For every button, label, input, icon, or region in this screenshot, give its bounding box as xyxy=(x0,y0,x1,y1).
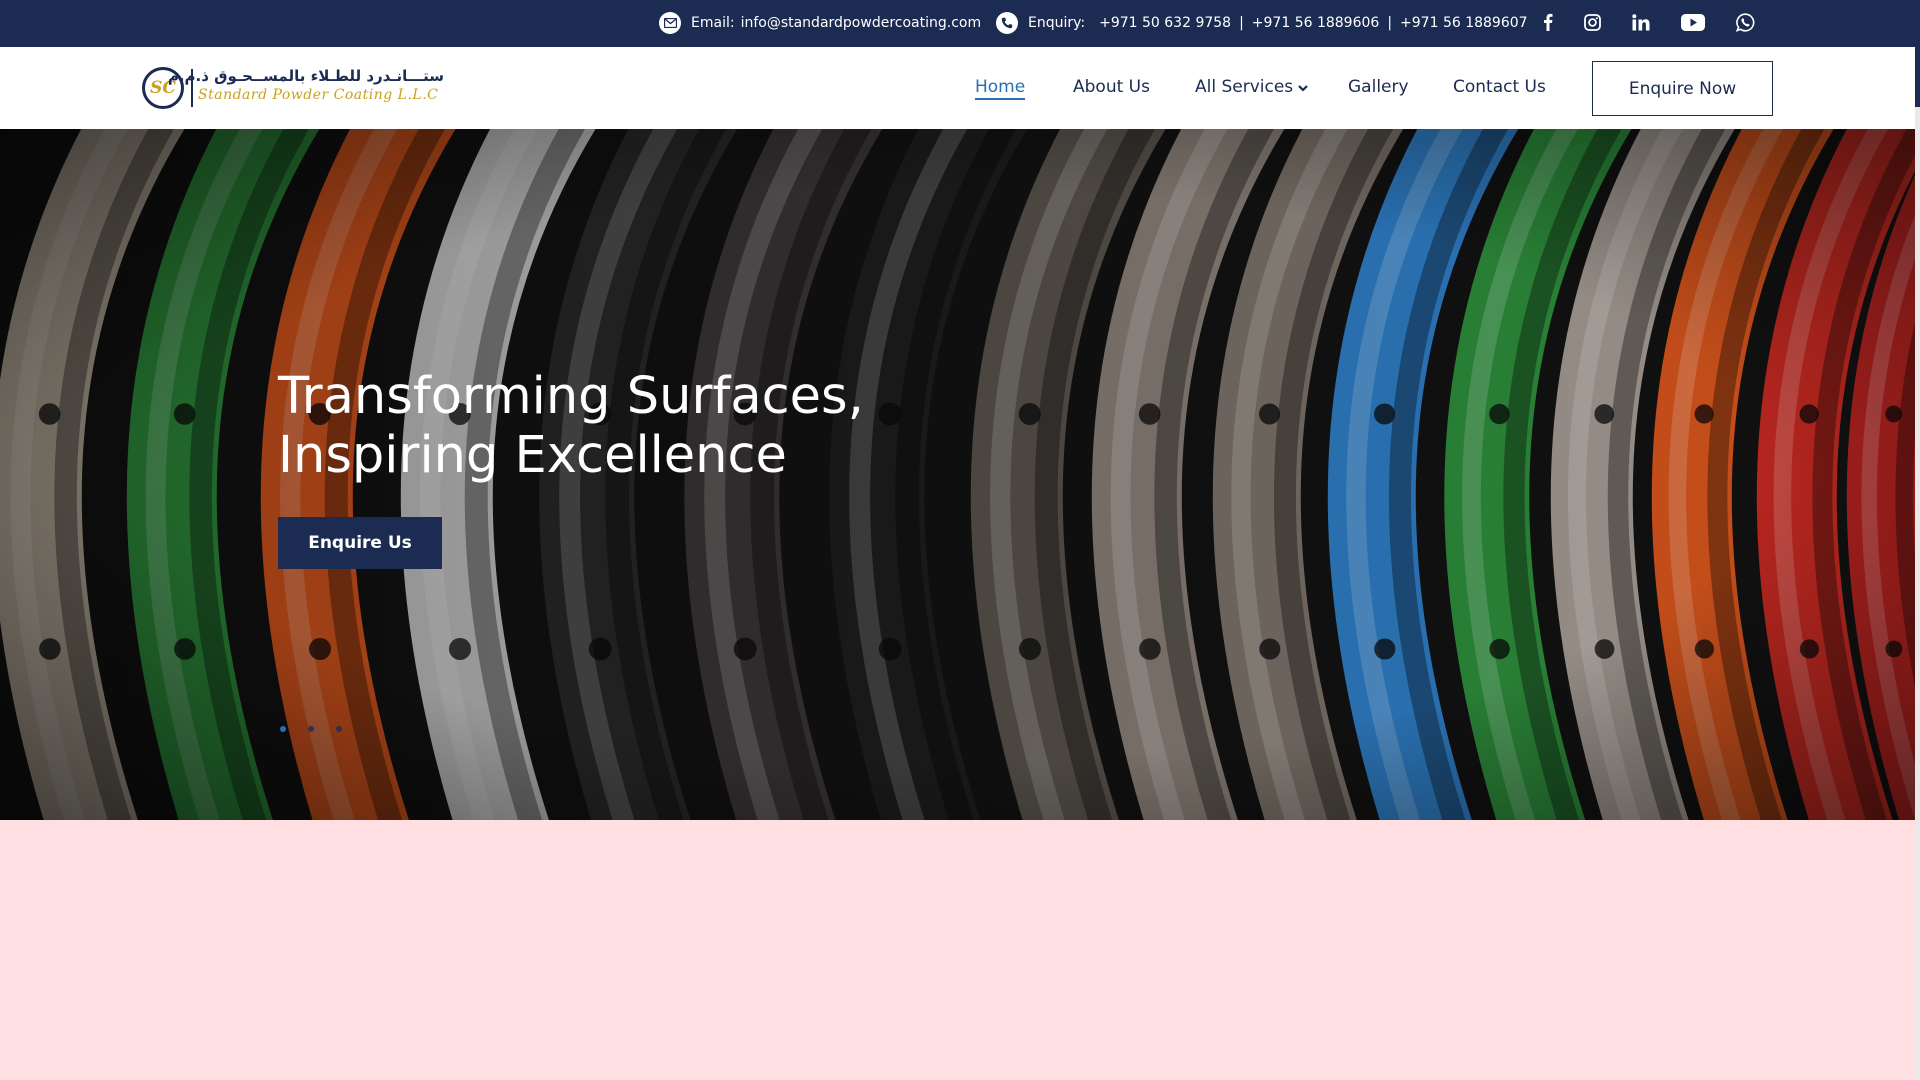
phone-link-1[interactable]: +971 50 632 9758 xyxy=(1099,15,1231,31)
topbar-email: Email: info@standardpowdercoating.com xyxy=(659,12,981,34)
email-label: Email: xyxy=(691,15,735,31)
whatsapp-icon[interactable] xyxy=(1734,10,1756,34)
hero-title-line-2: Inspiring Excellence xyxy=(278,426,787,485)
phone-icon xyxy=(996,12,1018,34)
youtube-icon[interactable] xyxy=(1680,10,1706,34)
topbar-enquiry: Enquiry: +971 50 632 9758 | +971 56 1889… xyxy=(996,12,1528,34)
hero-title: Transforming Surfaces, Inspiring Excelle… xyxy=(278,367,1038,485)
phone-separator: | xyxy=(1239,15,1244,31)
slider-dot-3[interactable] xyxy=(336,726,342,732)
scrollbar-thumb[interactable] xyxy=(1915,47,1920,107)
top-bar: Email: info@standardpowdercoating.com En… xyxy=(0,0,1920,47)
enquire-now-button[interactable]: Enquire Now xyxy=(1592,61,1773,116)
phone-separator: | xyxy=(1387,15,1393,31)
slider-dot-1[interactable] xyxy=(280,726,286,732)
phone-link-3[interactable]: +971 56 1889607 xyxy=(1400,15,1528,31)
instagram-icon[interactable] xyxy=(1582,10,1602,34)
linkedin-icon[interactable] xyxy=(1630,10,1652,34)
logo-arabic-text: ستـــانـدرد للطـلاء بالمســحـوق ذ.م.م xyxy=(167,67,444,85)
nav-all-services[interactable]: All Services xyxy=(1195,77,1308,97)
nav-about-us[interactable]: About Us xyxy=(1073,77,1150,97)
enquire-us-button[interactable]: Enquire Us xyxy=(278,517,442,569)
hero-slider: Transforming Surfaces, Inspiring Excelle… xyxy=(0,129,1915,820)
company-logo[interactable]: SC ستـــانـدرد للطـلاء بالمســحـوق ذ.م.م… xyxy=(142,67,444,109)
enquiry-label: Enquiry: xyxy=(1028,15,1086,31)
scrollbar-track[interactable] xyxy=(1915,107,1920,1080)
phone-link-2[interactable]: +971 56 1889606 xyxy=(1252,15,1380,31)
mail-icon xyxy=(659,12,681,34)
logo-english-text: Standard Powder Coating L.L.C xyxy=(198,87,439,103)
nav-gallery[interactable]: Gallery xyxy=(1348,77,1409,97)
slider-dot-2[interactable] xyxy=(308,726,314,732)
chevron-down-icon xyxy=(1298,77,1308,97)
hero-title-line-1: Transforming Surfaces, xyxy=(278,367,864,426)
email-link[interactable]: info@standardpowdercoating.com xyxy=(741,15,982,31)
nav-all-services-label: All Services xyxy=(1195,77,1294,97)
slider-dots xyxy=(280,726,364,732)
nav-home[interactable]: Home xyxy=(975,77,1026,100)
facebook-icon[interactable] xyxy=(1538,10,1558,34)
nav-contact-us[interactable]: Contact Us xyxy=(1453,77,1546,97)
site-header: SC ستـــانـدرد للطـلاء بالمســحـوق ذ.م.م… xyxy=(0,47,1915,129)
